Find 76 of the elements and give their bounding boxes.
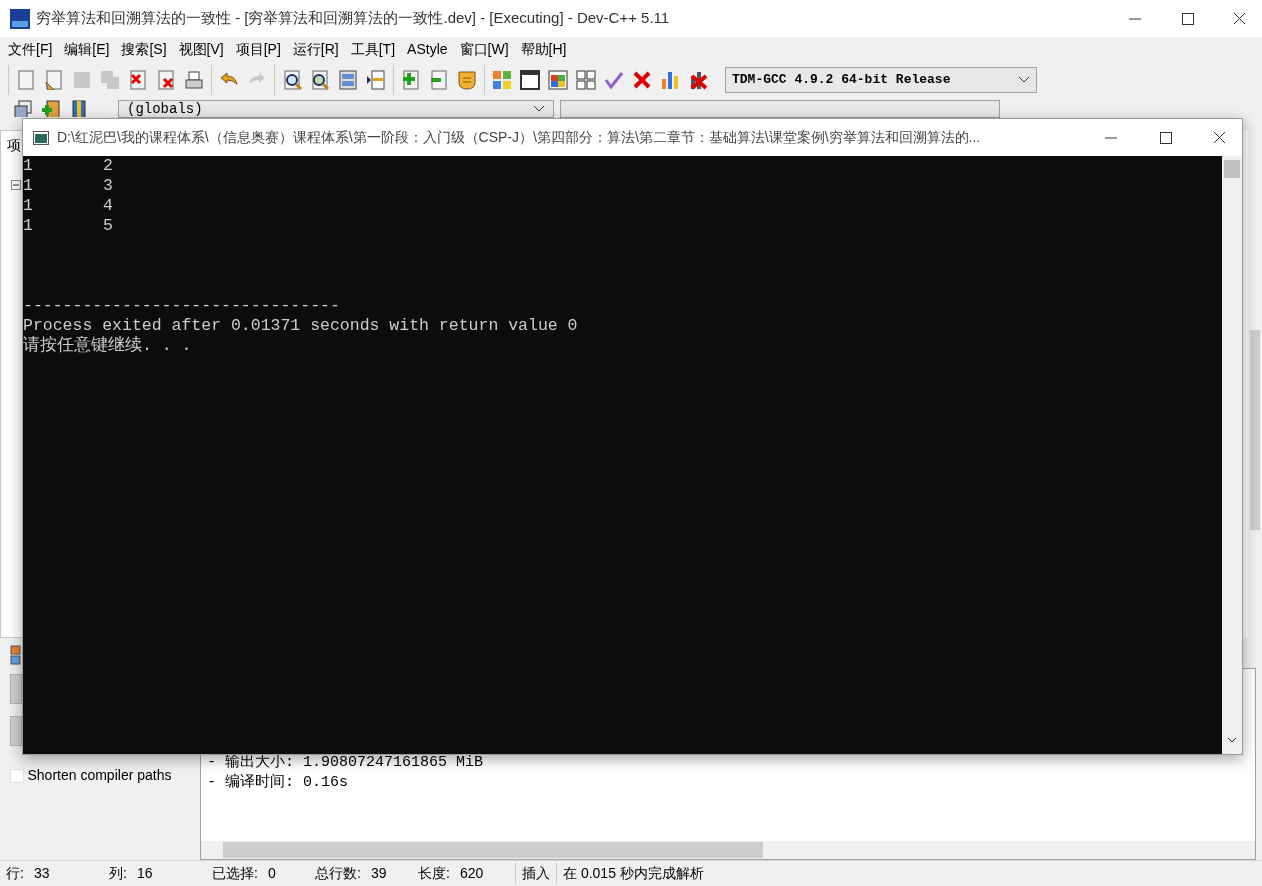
status-label: 已选择: xyxy=(212,864,258,883)
console-text: -------------------------------- xyxy=(23,296,341,316)
console-text: 1 xyxy=(23,156,34,176)
page-icon[interactable] xyxy=(128,70,148,90)
chevron-down-icon xyxy=(533,105,545,113)
status-value: 插入 xyxy=(522,864,550,883)
status-value: 0 xyxy=(267,864,276,883)
check-icon[interactable] xyxy=(604,70,624,90)
console-dialog[interactable]: D:\红泥巴\我的课程体系\（信息奥赛）课程体系\第一阶段：入门级（CSP-J）\第四部分：算法\第二章节：基础算法\课堂案例\穷举算法和回溯算法的... 1 2 1 3 1 4 1 5 -------------------------------- Process exited after 0.01371 seconds with return value 0 请按任意键继续. . . xyxy=(22,118,1243,755)
menu-item[interactable]: AStyle xyxy=(401,39,454,60)
console-text: 2 xyxy=(103,156,113,176)
panel-tab[interactable]: 项 xyxy=(7,135,21,156)
menu-item[interactable]: 运行[R] xyxy=(286,39,345,60)
compiler-select[interactable]: TDM-GCC 4.9.2 64-bit Release xyxy=(725,67,1037,93)
printer-icon[interactable] xyxy=(184,70,204,90)
console-icon xyxy=(33,130,49,145)
log-line: - 编译时间: 0.16s xyxy=(207,773,349,793)
menu-item[interactable]: 文件[F] xyxy=(2,39,59,60)
minus-icon[interactable] xyxy=(429,70,449,90)
minimize-icon xyxy=(1129,17,1141,20)
status-label: 长度: xyxy=(418,864,450,883)
status-value: 16 xyxy=(136,864,153,883)
grid-icon[interactable] xyxy=(492,70,512,90)
console-text: 5 xyxy=(103,216,113,236)
menu-item[interactable]: 帮助[H] xyxy=(514,39,573,60)
menu-item[interactable]: 视图[V] xyxy=(172,39,230,60)
chevron-down-icon xyxy=(1018,76,1030,84)
book-icon[interactable] xyxy=(69,100,89,117)
chevron-down-icon[interactable] xyxy=(1227,737,1237,744)
collapse-icon[interactable] xyxy=(11,180,21,191)
console-title: D:\红泥巴\我的课程体系\（信息奥赛）课程体系\第一阶段：入门级（CSP-J）\第四部分：算法\第二章节：基础算法\课堂案例\穷举算法和回溯算法的... xyxy=(57,128,981,147)
console-text: Process exited after 0.01371 seconds with return value 0 xyxy=(23,316,579,336)
console-text: 1 xyxy=(23,196,34,216)
checkbox-label: Shorten compiler paths xyxy=(27,766,172,785)
scroll-thumb[interactable] xyxy=(1224,160,1240,178)
windows-icon[interactable] xyxy=(13,100,33,117)
minimize-icon xyxy=(1105,136,1117,139)
console-text: 请按任意键继续. . . xyxy=(23,336,193,356)
list-icon[interactable] xyxy=(338,70,358,90)
magnifier-icon[interactable] xyxy=(310,70,330,90)
cross-icon[interactable] xyxy=(632,70,652,90)
console-text: 1 xyxy=(23,176,34,196)
shield-icon[interactable] xyxy=(457,70,477,90)
plus-icon[interactable] xyxy=(41,100,61,117)
menu-item[interactable]: 编辑[E] xyxy=(58,39,116,60)
app-icon xyxy=(10,8,30,29)
menu-item[interactable]: 窗口[W] xyxy=(453,39,515,60)
status-label: 行: xyxy=(6,864,24,883)
plus-icon[interactable] xyxy=(401,70,421,90)
magnifier-icon[interactable] xyxy=(282,70,302,90)
scope-select[interactable]: (globals) xyxy=(118,100,554,118)
status-value: 620 xyxy=(459,864,484,883)
checkbox[interactable] xyxy=(10,768,24,783)
status-label: 总行数: xyxy=(315,864,361,883)
menu-item[interactable]: 搜索[S] xyxy=(115,39,173,60)
panel-icon[interactable] xyxy=(10,645,22,666)
grid-icon[interactable] xyxy=(576,70,596,90)
window-title: 穷举算法和回溯算法的一致性 - [穷举算法和回溯算法的一致性.dev] - [Executing] - Dev-C++ 5.11 xyxy=(36,8,670,29)
console-text: 4 xyxy=(103,196,113,216)
menu-item[interactable]: 工具[T] xyxy=(344,39,402,60)
console-text: 1 xyxy=(23,216,34,236)
status-value: 33 xyxy=(33,864,50,883)
scrollbar[interactable] xyxy=(1222,156,1242,754)
console-text: 3 xyxy=(103,176,113,196)
bar-chart-icon[interactable] xyxy=(660,70,680,90)
status-label: 列: xyxy=(109,864,127,883)
status-value: 在 0.015 秒内完成解析 xyxy=(563,864,704,883)
page-icon[interactable] xyxy=(156,70,176,90)
page-icon[interactable] xyxy=(44,70,64,90)
window-icon[interactable] xyxy=(520,70,540,90)
status-value: 39 xyxy=(370,864,387,883)
scrollbar[interactable] xyxy=(201,841,1255,859)
menu-item[interactable]: 项目[P] xyxy=(229,39,287,60)
chart-delete-icon[interactable] xyxy=(688,70,708,90)
goto-line-icon[interactable] xyxy=(366,70,386,90)
member-select[interactable] xyxy=(560,100,1000,118)
